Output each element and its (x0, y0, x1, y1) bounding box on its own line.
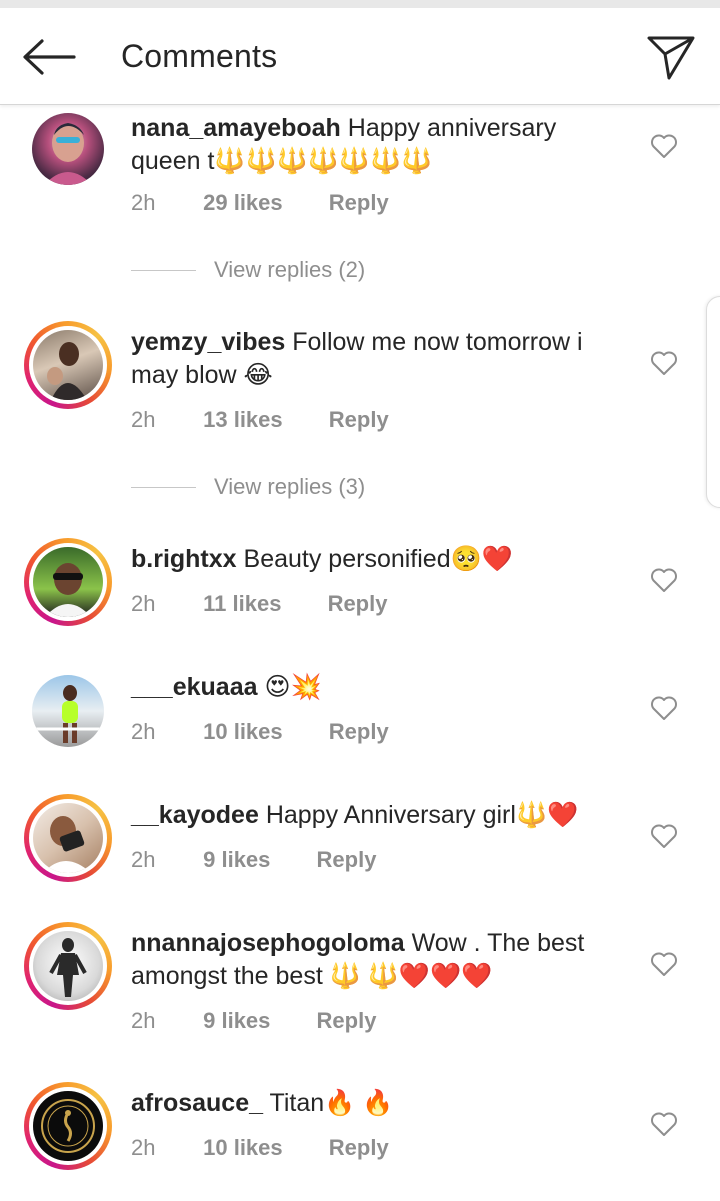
comment-username[interactable]: __kayodee (131, 801, 259, 829)
divider (131, 270, 196, 271)
comment-time: 2h (131, 1135, 156, 1160)
comment-time: 2h (131, 190, 156, 215)
heart-icon[interactable] (650, 350, 678, 376)
comment-time: 2h (131, 847, 156, 872)
comment-time: 2h (131, 407, 156, 432)
reply-button[interactable]: Reply (317, 1008, 377, 1034)
comments-header: Comments (0, 8, 720, 105)
comment-likes[interactable]: 9 likes (203, 847, 270, 873)
heart-icon[interactable] (650, 1111, 678, 1137)
reply-button[interactable]: Reply (329, 719, 389, 745)
arrow-left-icon[interactable] (20, 36, 76, 78)
comment-text: Beauty personified🥺❤️ (243, 545, 513, 573)
reply-button[interactable]: Reply (329, 190, 389, 216)
comment-likes[interactable]: 13 likes (203, 407, 283, 433)
heart-icon[interactable] (650, 567, 678, 593)
reply-button[interactable]: Reply (329, 1135, 389, 1161)
reply-button[interactable]: Reply (317, 847, 377, 873)
comment-text: Titan🔥 🔥 (269, 1089, 394, 1117)
avatar[interactable] (24, 794, 112, 882)
comment-time: 2h (131, 719, 156, 744)
avatar[interactable] (32, 113, 104, 185)
reply-button[interactable]: Reply (328, 591, 388, 617)
heart-icon[interactable] (650, 823, 678, 849)
comment-likes[interactable]: 9 likes (203, 1008, 270, 1034)
avatar[interactable] (24, 922, 112, 1010)
comment-username[interactable]: nnannajosephogoloma (131, 929, 405, 957)
avatar[interactable] (24, 538, 112, 626)
view-replies-label: View replies (2) (214, 257, 366, 282)
comment-text: Happy Anniversary girl🔱❤️ (265, 801, 579, 829)
avatar[interactable] (24, 321, 112, 409)
comment-username[interactable]: yemzy_vibes (131, 328, 285, 356)
comment-time: 2h (131, 591, 156, 616)
view-replies-label: View replies (3) (214, 474, 366, 499)
comment-likes[interactable]: 10 likes (203, 719, 283, 745)
heart-icon[interactable] (650, 951, 678, 977)
page-title: Comments (121, 38, 278, 74)
heart-icon[interactable] (650, 133, 678, 159)
comment-username[interactable]: nana_amayeboah (131, 114, 341, 142)
heart-icon[interactable] (650, 695, 678, 721)
paper-plane-icon[interactable] (645, 32, 697, 82)
status-bar (0, 0, 720, 8)
comment-username[interactable]: afrosauce_ (131, 1089, 263, 1117)
edge-panel-handle[interactable] (706, 296, 720, 508)
comment-likes[interactable]: 10 likes (203, 1135, 283, 1161)
avatar[interactable] (24, 1082, 112, 1170)
comment-username[interactable]: b.rightxx (131, 545, 237, 573)
comment-text: 😍💥 (264, 673, 322, 701)
divider (131, 487, 196, 488)
comment-time: 2h (131, 1008, 156, 1033)
comment-likes[interactable]: 29 likes (203, 190, 283, 216)
comment-username[interactable]: ___ekuaaa (131, 673, 258, 701)
comment-likes[interactable]: 11 likes (203, 591, 281, 617)
avatar[interactable] (32, 675, 104, 747)
reply-button[interactable]: Reply (329, 407, 389, 433)
